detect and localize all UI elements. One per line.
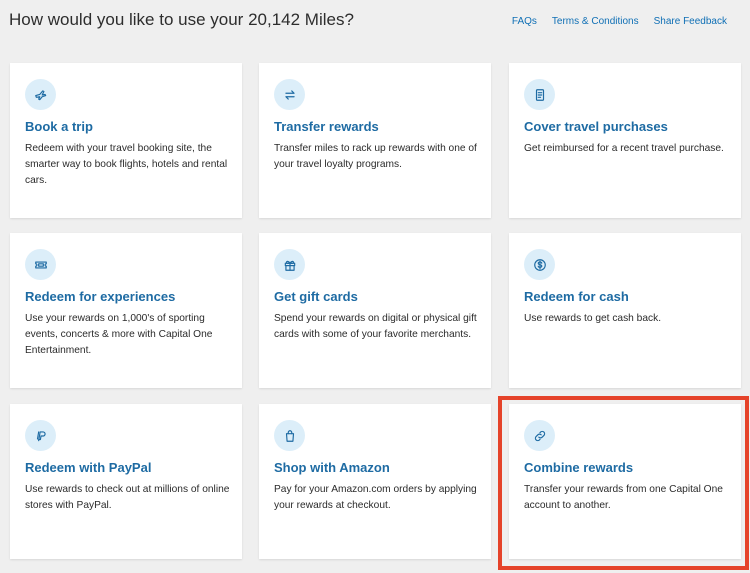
shopping-bag-icon bbox=[274, 420, 305, 451]
card-title: Redeem with PayPal bbox=[25, 460, 152, 475]
card-shop-with-amazon[interactable]: Shop with Amazon Pay for your Amazon.com… bbox=[259, 404, 491, 559]
card-cover-travel-purchases[interactable]: Cover travel purchases Get reimbursed fo… bbox=[509, 63, 741, 218]
card-title: Transfer rewards bbox=[274, 119, 379, 134]
link-icon bbox=[524, 420, 555, 451]
plane-icon bbox=[25, 79, 56, 110]
card-description: Use rewards to check out at millions of … bbox=[25, 484, 230, 511]
card-get-gift-cards[interactable]: Get gift cards Spend your rewards on dig… bbox=[259, 233, 491, 388]
card-redeem-for-cash[interactable]: Redeem for cash Use rewards to get cash … bbox=[509, 233, 741, 388]
receipt-icon bbox=[524, 79, 555, 110]
share-feedback-link[interactable]: Share Feedback bbox=[654, 16, 727, 27]
card-redeem-for-experiences[interactable]: Redeem for experiences Use your rewards … bbox=[10, 233, 242, 388]
gift-icon bbox=[274, 249, 305, 280]
card-title: Redeem for cash bbox=[524, 289, 629, 304]
card-description: Pay for your Amazon.com orders by applyi… bbox=[274, 484, 477, 511]
card-combine-rewards[interactable]: Combine rewards Transfer your rewards fr… bbox=[509, 404, 741, 559]
card-title: Cover travel purchases bbox=[524, 119, 668, 134]
terms-conditions-link[interactable]: Terms & Conditions bbox=[552, 16, 639, 27]
card-description: Transfer your rewards from one Capital O… bbox=[524, 484, 723, 511]
card-description: Spend your rewards on digital or physica… bbox=[274, 313, 477, 340]
card-description: Get reimbursed for a recent travel purch… bbox=[524, 143, 724, 154]
card-title: Book a trip bbox=[25, 119, 93, 134]
card-transfer-rewards[interactable]: Transfer rewards Transfer miles to rack … bbox=[259, 63, 491, 218]
paypal-icon bbox=[25, 420, 56, 451]
card-description: Use your rewards on 1,000's of sporting … bbox=[25, 313, 213, 356]
card-redeem-with-paypal[interactable]: Redeem with PayPal Use rewards to check … bbox=[10, 404, 242, 559]
page-header: How would you like to use your 20,142 Mi… bbox=[9, 0, 741, 40]
page-title: How would you like to use your 20,142 Mi… bbox=[9, 10, 354, 29]
card-book-a-trip[interactable]: Book a trip Redeem with your travel book… bbox=[10, 63, 242, 218]
faqs-link[interactable]: FAQs bbox=[512, 16, 537, 27]
transfer-arrows-icon bbox=[274, 79, 305, 110]
card-description: Redeem with your travel booking site, th… bbox=[25, 143, 228, 186]
card-description: Transfer miles to rack up rewards with o… bbox=[274, 143, 477, 170]
card-title: Redeem for experiences bbox=[25, 289, 176, 304]
card-description: Use rewards to get cash back. bbox=[524, 313, 662, 324]
dollar-coin-icon bbox=[524, 249, 555, 280]
header-links: FAQs Terms & Conditions Share Feedback bbox=[512, 16, 727, 27]
ticket-icon bbox=[25, 249, 56, 280]
card-title: Shop with Amazon bbox=[274, 460, 390, 475]
card-title: Combine rewards bbox=[524, 460, 634, 475]
card-title: Get gift cards bbox=[274, 289, 358, 304]
